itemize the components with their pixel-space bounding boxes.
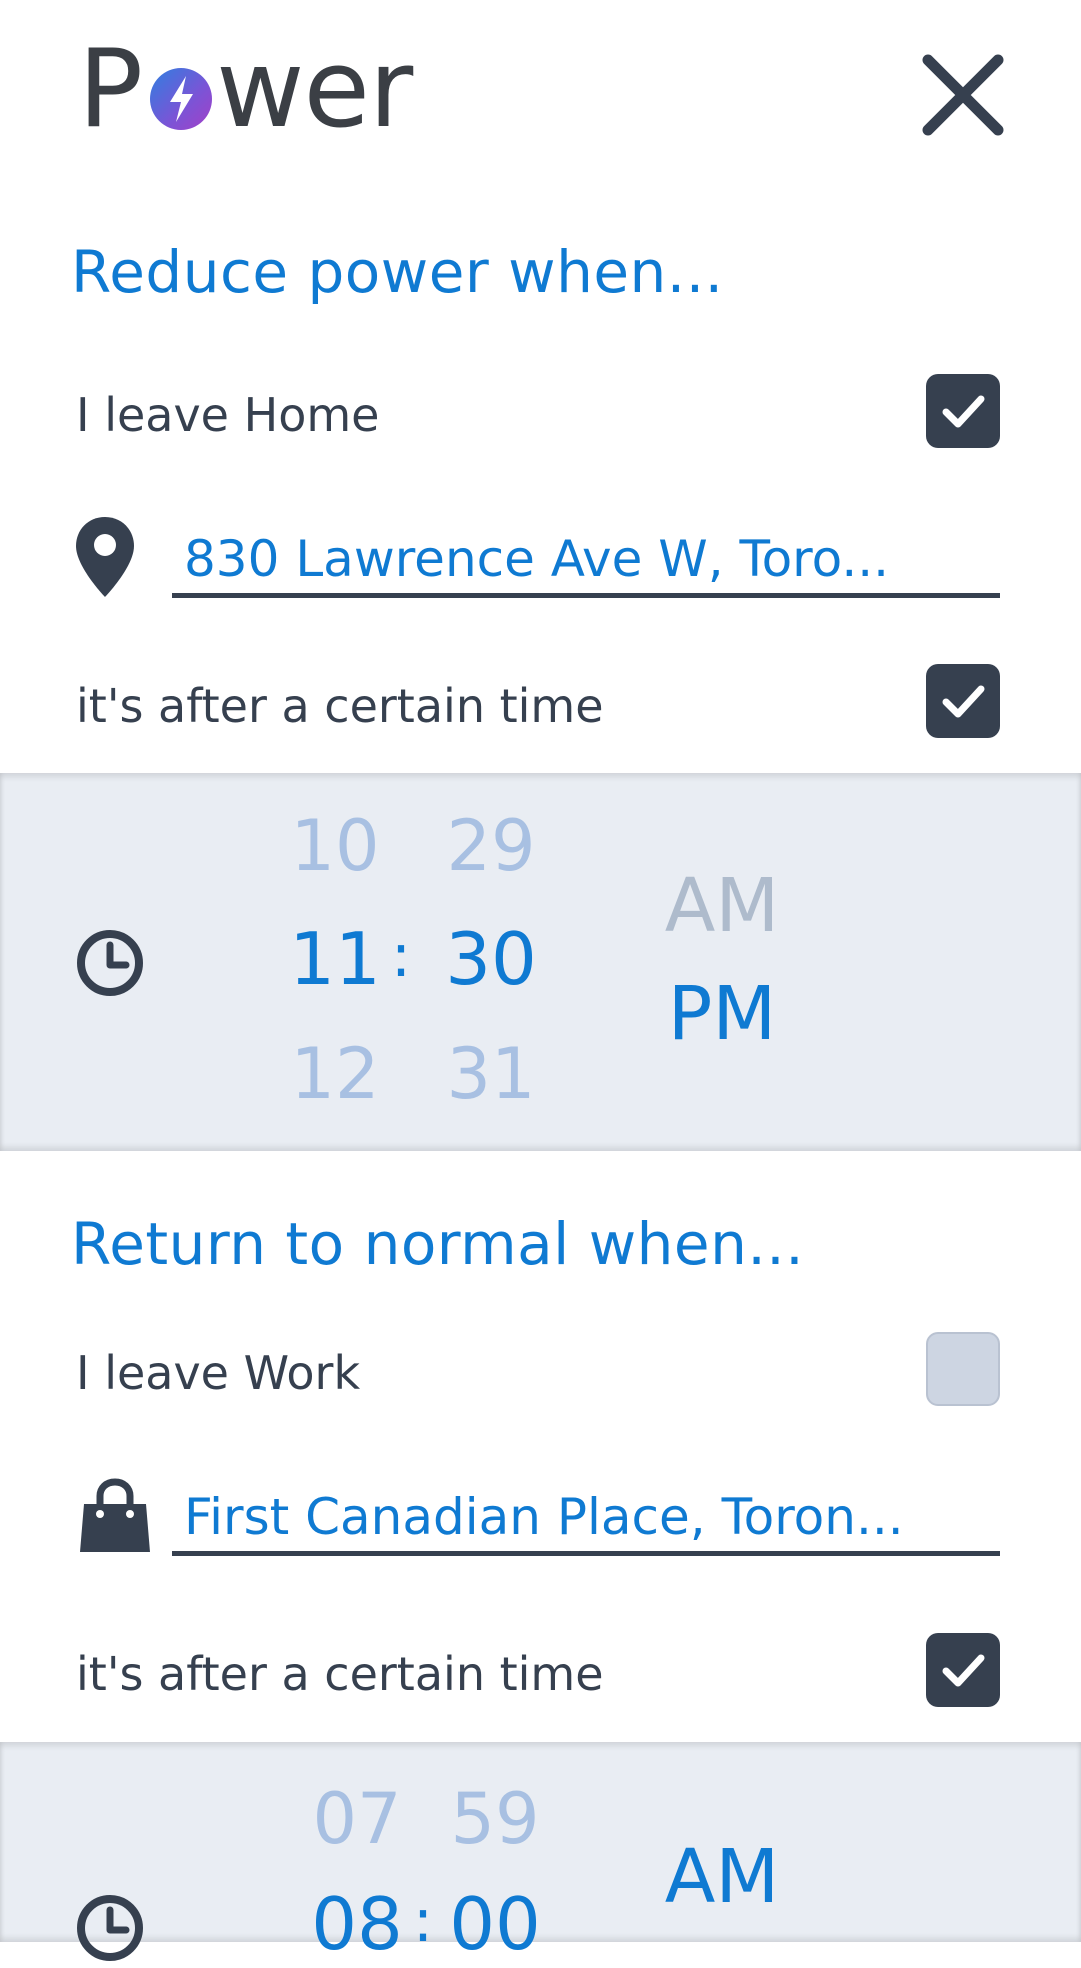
hour-selected-2[interactable]: 08 <box>302 1882 412 1966</box>
map-pin-icon <box>74 515 136 599</box>
time-separator: : <box>390 921 412 991</box>
briefcase-icon <box>78 1478 152 1554</box>
minute-selected-2[interactable]: 00 <box>440 1882 550 1966</box>
hour-prev[interactable]: 10 <box>280 805 390 887</box>
leave-home-label: I leave Home <box>76 388 380 442</box>
leave-work-label: I leave Work <box>76 1346 361 1400</box>
am-option[interactable]: AM <box>652 863 792 949</box>
leave-work-checkbox[interactable] <box>926 1332 1000 1406</box>
reduce-section-title: Reduce power when... <box>71 238 724 306</box>
clock-icon <box>74 1892 146 1964</box>
after-time-checkbox[interactable] <box>926 664 1000 738</box>
home-address-value: 830 Lawrence Ave W, Toro... <box>184 530 890 588</box>
clock-icon <box>74 927 146 999</box>
minute-selected[interactable]: 30 <box>436 917 546 1001</box>
pm-option[interactable]: PM <box>652 971 792 1057</box>
checkmark-icon <box>942 1654 985 1687</box>
checkmark-icon <box>942 685 985 718</box>
time-picker-reduce[interactable]: 10 11 12 : 29 30 31 AM PM <box>0 773 1081 1151</box>
am-option-2[interactable]: AM <box>652 1834 792 1920</box>
checkmark-icon <box>942 395 985 428</box>
work-address-input[interactable]: First Canadian Place, Toron... <box>172 1484 1000 1556</box>
close-icon <box>922 54 1004 136</box>
app-title: P wer <box>78 27 413 152</box>
leave-home-checkbox[interactable] <box>926 374 1000 448</box>
after-time-checkbox-2[interactable] <box>926 1633 1000 1707</box>
app-title-prefix: P <box>78 27 143 152</box>
close-button[interactable] <box>918 50 1008 140</box>
time-separator-2: : <box>412 1886 434 1956</box>
time-picker-normal[interactable]: 07 08 : 59 00 AM <box>0 1742 1081 1966</box>
minute-next[interactable]: 31 <box>436 1033 546 1115</box>
minute-prev-2[interactable]: 59 <box>440 1778 550 1860</box>
hour-selected[interactable]: 11 <box>280 917 390 1001</box>
after-time-label-2: it's after a certain time <box>76 1647 604 1701</box>
hour-prev-2[interactable]: 07 <box>302 1778 412 1860</box>
after-time-label: it's after a certain time <box>76 679 604 733</box>
power-bolt-icon <box>150 68 213 130</box>
home-address-input[interactable]: 830 Lawrence Ave W, Toro... <box>172 526 1000 598</box>
hour-next[interactable]: 12 <box>280 1033 390 1115</box>
work-address-value: First Canadian Place, Toron... <box>184 1488 904 1546</box>
normal-section-title: Return to normal when... <box>71 1210 805 1278</box>
app-title-suffix: wer <box>216 27 413 152</box>
minute-prev[interactable]: 29 <box>436 805 546 887</box>
